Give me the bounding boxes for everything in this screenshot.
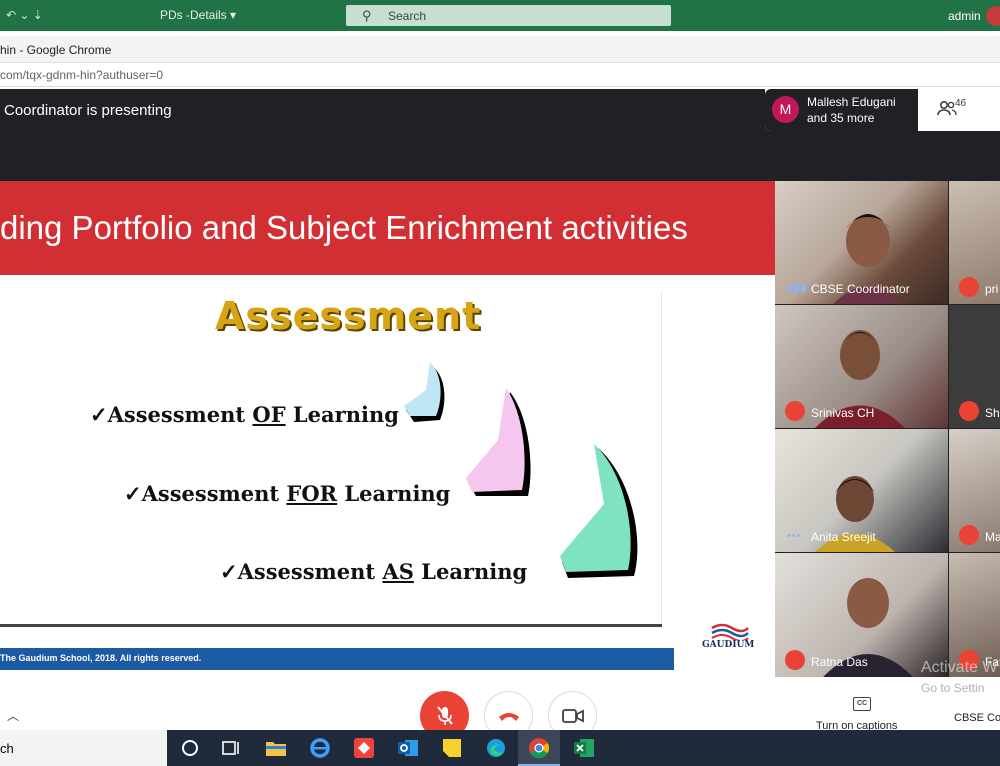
meet-controls-bar: ︿ CC Turn on captions CBSE Co Activate W… xyxy=(0,659,1000,740)
slide-banner-title: ding Portfolio and Subject Enrichment ac… xyxy=(0,209,688,246)
excel-title-bar: ↶ ⌄ ⇣ PDs -Details ▾ ⚲ Search admin xyxy=(0,0,1000,31)
file-explorer-icon[interactable] xyxy=(264,736,288,760)
task-view-icon[interactable] xyxy=(219,736,243,760)
chrome-title-bar: hin - Google Chrome xyxy=(0,36,1000,63)
arrows-graphic xyxy=(404,362,638,578)
chrome-address-bar[interactable]: com/tqx-gdnm-hin?authuser=0 xyxy=(0,63,1000,87)
avatar: M xyxy=(772,96,799,123)
gaudium-logo: GAUDIUM xyxy=(700,618,760,662)
excel-user-name[interactable]: admin xyxy=(948,9,981,23)
participant-tile-anita[interactable]: ••• Anita Sreejit xyxy=(775,429,948,552)
more-options-icon: ••• xyxy=(787,530,802,542)
slide-heading: Assessment xyxy=(215,294,482,338)
chrome-icon[interactable] xyxy=(527,736,551,760)
cortana-icon[interactable] xyxy=(178,736,202,760)
windows-watermark-subtitle: Go to Settin xyxy=(921,681,985,695)
chrome-window-title: hin - Google Chrome xyxy=(0,43,112,57)
muted-mic-icon xyxy=(959,277,979,297)
chevron-up-icon[interactable]: ︿ xyxy=(7,707,19,724)
people-icon[interactable] xyxy=(937,100,957,121)
excel-document-title[interactable]: PDs -Details ▾ xyxy=(160,8,236,22)
participant-tile-sh[interactable]: Sh xyxy=(949,305,1000,428)
slide-body: Assessment ✓Assessment OF Learning ✓Asse… xyxy=(0,290,662,626)
participant-name: Ma xyxy=(985,530,1000,544)
windows-taskbar: ch xyxy=(0,730,1000,766)
slide-footer: The Gaudium School, 2018. All rights res… xyxy=(0,648,674,670)
presentation-slide: ding Portfolio and Subject Enrichment ac… xyxy=(0,181,775,677)
camera-icon xyxy=(562,709,584,723)
participant-name: CBSE Coordinator xyxy=(811,282,910,296)
participant-name: pri xyxy=(985,282,999,296)
windows-watermark-title: Activate W xyxy=(921,659,998,676)
participant-tile-pri[interactable]: pri xyxy=(949,181,1000,304)
assessment-item-of: ✓Assessment OF Learning xyxy=(90,402,399,427)
captions-icon[interactable]: CC xyxy=(853,697,871,711)
excel-icon[interactable] xyxy=(572,736,596,760)
people-card[interactable]: M Mallesh Edugani and 35 more 46 xyxy=(765,89,1000,131)
participant-tile-cbse-coordinator[interactable]: ▮▮▮ CBSE Coordinator xyxy=(775,181,948,304)
hang-up-icon xyxy=(499,713,519,721)
muted-mic-icon xyxy=(785,650,805,670)
mic-off-icon xyxy=(437,706,453,725)
logo-text: GAUDIUM xyxy=(702,640,755,650)
internet-explorer-icon[interactable] xyxy=(308,736,332,760)
excel-user-avatar[interactable] xyxy=(986,6,1000,26)
slide-divider xyxy=(0,624,662,627)
muted-mic-icon xyxy=(959,525,979,545)
taskbar-search-box[interactable]: ch xyxy=(0,730,167,766)
presenting-banner: Coordinator is presenting xyxy=(4,102,172,119)
muted-mic-icon xyxy=(785,401,805,421)
speaking-indicator-icon: ▮▮▮ xyxy=(787,282,809,294)
muted-mic-icon xyxy=(959,401,979,421)
sticky-notes-icon[interactable] xyxy=(440,736,464,760)
url-text[interactable]: com/tqx-gdnm-hin?authuser=0 xyxy=(0,68,163,82)
meet-stage: Coordinator is presenting M Mallesh Edug… xyxy=(0,89,1000,677)
slide-copyright: The Gaudium School, 2018. All rights res… xyxy=(0,653,202,663)
slide-banner: ding Portfolio and Subject Enrichment ac… xyxy=(0,181,775,275)
participant-name: Srinivas CH xyxy=(811,406,875,420)
active-speaker-more: and 35 more xyxy=(807,111,875,125)
participant-name: Sh xyxy=(985,406,1000,420)
outlook-icon[interactable] xyxy=(396,736,420,760)
quick-access-icons[interactable]: ↶ ⌄ ⇣ xyxy=(6,8,43,22)
participant-name: Ratna Das xyxy=(811,655,868,669)
participant-tile-ma[interactable]: Ma xyxy=(949,429,1000,552)
logo-waves-icon xyxy=(711,623,749,640)
search-placeholder: Search xyxy=(388,9,427,23)
participant-tile-srinivas[interactable]: Srinivas CH xyxy=(775,305,948,428)
active-speaker-name: Mallesh Edugani xyxy=(807,95,896,109)
taskbar-search-text: ch xyxy=(0,741,14,756)
active-speaker-card[interactable]: M Mallesh Edugani and 35 more xyxy=(765,89,918,131)
presenter-label[interactable]: CBSE Co xyxy=(954,712,1000,724)
edge-icon[interactable] xyxy=(484,736,508,760)
excel-search-box[interactable]: ⚲ Search xyxy=(346,5,671,26)
search-icon: ⚲ xyxy=(362,8,372,23)
anydesk-icon[interactable] xyxy=(352,736,376,760)
participant-name: Anita Sreejit xyxy=(811,530,876,544)
participant-count: 46 xyxy=(955,98,967,109)
